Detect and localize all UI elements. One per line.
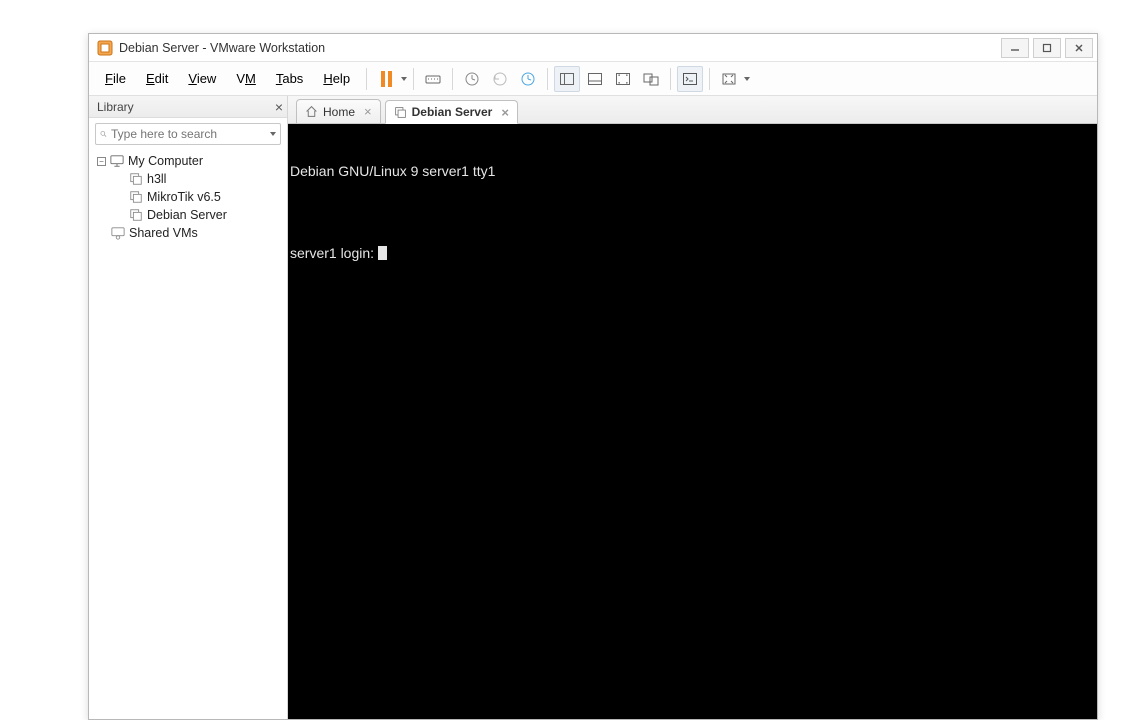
toolbar-separator <box>366 68 367 90</box>
window-title: Debian Server - VMware Workstation <box>119 41 1001 55</box>
library-tree: − My Computer h3ll MikroTik v6.5 Debian … <box>89 150 287 244</box>
home-icon <box>305 105 318 118</box>
minimize-button[interactable] <box>1001 38 1029 58</box>
sidebar-icon <box>559 71 575 87</box>
revert-snapshot-button[interactable] <box>487 66 513 92</box>
tree-label: Shared VMs <box>129 226 198 240</box>
menu-view[interactable]: View <box>178 67 226 90</box>
clock-icon <box>464 71 480 87</box>
close-icon[interactable]: × <box>501 105 509 120</box>
close-icon[interactable]: × <box>364 104 372 119</box>
console-view-button[interactable] <box>677 66 703 92</box>
titlebar: Debian Server - VMware Workstation <box>89 34 1097 62</box>
thumbnail-icon <box>587 71 603 87</box>
vm-icon <box>129 190 143 204</box>
menubar: File Edit View VM Tabs Help <box>89 62 1097 96</box>
main-area: Home × Debian Server × Debian GNU/Linux … <box>288 96 1097 719</box>
maximize-button[interactable] <box>1033 38 1061 58</box>
tree-my-computer[interactable]: − My Computer <box>89 152 287 170</box>
menu-tabs[interactable]: Tabs <box>266 67 313 90</box>
tree-vm-item[interactable]: h3ll <box>89 170 287 188</box>
tree-label: My Computer <box>128 154 203 168</box>
console-icon <box>682 71 698 87</box>
clock-back-icon <box>492 71 508 87</box>
unity-icon <box>643 71 659 87</box>
monitor-icon <box>110 154 124 168</box>
keyboard-icon <box>425 71 441 87</box>
tab-label: Debian Server <box>412 105 493 119</box>
vm-icon <box>129 172 143 186</box>
tab-strip: Home × Debian Server × <box>288 96 1097 124</box>
take-snapshot-button[interactable] <box>459 66 485 92</box>
chevron-down-icon[interactable] <box>401 77 407 81</box>
unity-button[interactable] <box>638 66 664 92</box>
menu-file[interactable]: File <box>95 67 136 90</box>
tree-label: MikroTik v6.5 <box>147 190 221 204</box>
library-title: Library <box>97 100 134 114</box>
app-window: Debian Server - VMware Workstation File … <box>88 33 1098 720</box>
shared-icon <box>111 226 125 240</box>
fullscreen-button[interactable] <box>610 66 636 92</box>
library-search[interactable] <box>95 123 281 145</box>
toolbar-separator <box>670 68 671 90</box>
tree-vm-item[interactable]: MikroTik v6.5 <box>89 188 287 206</box>
tab-home[interactable]: Home × <box>296 99 381 123</box>
pause-vm-button[interactable] <box>373 66 399 92</box>
search-input[interactable] <box>111 127 266 141</box>
vm-console[interactable]: Debian GNU/Linux 9 server1 tty1 server1 … <box>288 124 1097 719</box>
menu-help[interactable]: Help <box>313 67 360 90</box>
workspace: Library × − My Computer h3ll <box>89 96 1097 719</box>
fullscreen-icon <box>615 71 631 87</box>
library-sidebar: Library × − My Computer h3ll <box>89 96 288 719</box>
library-header: Library × <box>89 96 287 118</box>
chevron-down-icon[interactable] <box>744 77 750 81</box>
snapshot-controls <box>459 66 541 92</box>
tab-debian-server[interactable]: Debian Server × <box>385 100 518 124</box>
stretch-guest-button[interactable] <box>716 66 742 92</box>
app-icon <box>97 40 113 56</box>
tree-label: h3ll <box>147 172 166 186</box>
stretch-icon <box>721 71 737 87</box>
toolbar-separator <box>547 68 548 90</box>
menu-vm[interactable]: VM <box>226 67 266 90</box>
chevron-down-icon[interactable] <box>270 132 276 136</box>
clock-manage-icon <box>520 71 536 87</box>
vm-icon <box>129 208 143 222</box>
toolbar-separator <box>709 68 710 90</box>
cursor-icon <box>378 246 387 260</box>
tree-label: Debian Server <box>147 208 227 222</box>
console-login-prompt: server1 login: <box>288 244 1097 262</box>
menu-edit[interactable]: Edit <box>136 67 178 90</box>
pause-icon <box>381 71 392 87</box>
close-icon[interactable]: × <box>275 99 283 115</box>
window-controls <box>1001 38 1093 58</box>
search-icon <box>100 127 107 141</box>
tree-vm-item[interactable]: Debian Server <box>89 206 287 224</box>
toolbar-separator <box>413 68 414 90</box>
toolbar-separator <box>452 68 453 90</box>
show-library-button[interactable] <box>554 66 580 92</box>
view-controls <box>554 66 664 92</box>
manage-snapshots-button[interactable] <box>515 66 541 92</box>
show-thumbnail-button[interactable] <box>582 66 608 92</box>
console-line: Debian GNU/Linux 9 server1 tty1 <box>288 162 1097 180</box>
collapse-icon[interactable]: − <box>97 157 106 166</box>
close-button[interactable] <box>1065 38 1093 58</box>
tab-label: Home <box>323 105 355 119</box>
vm-icon <box>394 106 407 119</box>
tree-shared-vms[interactable]: Shared VMs <box>89 224 287 242</box>
send-ctrl-alt-del-button[interactable] <box>420 66 446 92</box>
